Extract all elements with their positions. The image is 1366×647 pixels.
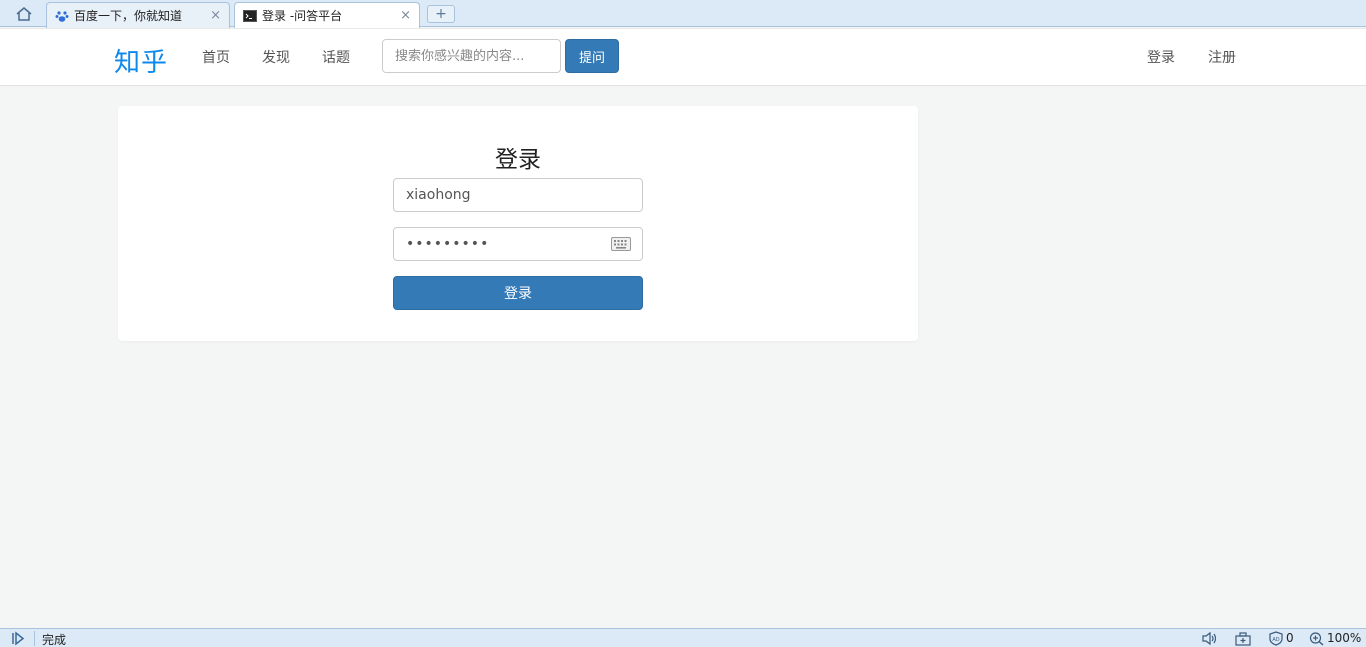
nav-link-discover[interactable]: 发现 (262, 47, 290, 67)
new-tab-button[interactable]: + (427, 5, 455, 23)
adblock-count: 0 (1286, 631, 1294, 645)
sidebar-toggle-icon[interactable] (8, 631, 28, 646)
home-button[interactable] (8, 4, 40, 24)
tab-baidu[interactable]: 百度一下，你就知道 × (46, 2, 230, 28)
tab-baidu-title: 百度一下，你就知道 (74, 9, 183, 23)
adblock-shield-icon[interactable]: AD (1267, 631, 1285, 646)
site-navbar: 知乎 首页 发现 话题 提问 登录 注册 (0, 28, 1366, 86)
nav-link-topics[interactable]: 话题 (322, 47, 350, 67)
login-card: 登录 登录 (118, 106, 918, 341)
password-field[interactable] (393, 227, 643, 261)
zoom-icon[interactable] (1308, 631, 1326, 646)
keyboard-icon[interactable] (611, 237, 631, 251)
browser-tab-bar: 百度一下，你就知道 × 登录 -问答平台 × + (0, 0, 1366, 28)
status-divider (34, 631, 35, 646)
speaker-icon[interactable] (1201, 631, 1219, 646)
search-input[interactable] (382, 39, 561, 73)
username-field[interactable] (393, 178, 643, 212)
ask-question-button[interactable]: 提问 (565, 39, 619, 73)
login-submit-button[interactable]: 登录 (393, 276, 643, 310)
home-icon (16, 7, 32, 21)
nav-link-home[interactable]: 首页 (202, 47, 230, 67)
nav-login-link[interactable]: 登录 (1147, 47, 1175, 67)
tab-baidu-close-icon[interactable]: × (210, 8, 221, 23)
baidu-paw-icon (55, 10, 69, 22)
status-text: 完成 (42, 633, 67, 647)
login-title: 登录 (495, 147, 541, 173)
terminal-icon (243, 9, 257, 22)
zoom-level[interactable]: 100% (1327, 631, 1361, 645)
tab-login-title: 登录 -问答平台 (262, 9, 343, 23)
nav-register-link[interactable]: 注册 (1208, 47, 1236, 67)
toolbox-icon[interactable] (1234, 631, 1252, 646)
browser-status-bar: 完成 AD 0 100% (0, 628, 1366, 647)
brand-logo[interactable]: 知乎 (114, 42, 168, 79)
svg-text:AD: AD (1272, 637, 1279, 643)
tab-login[interactable]: 登录 -问答平台 × (234, 2, 420, 28)
tab-login-close-icon[interactable]: × (400, 8, 411, 23)
